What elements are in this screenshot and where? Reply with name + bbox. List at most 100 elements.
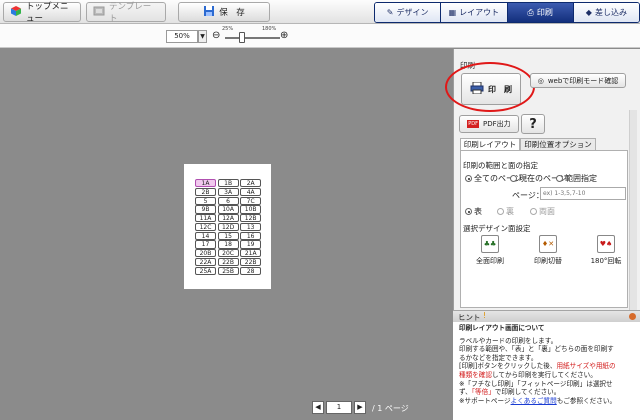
print-toggle-button[interactable]: ♦✕ 印刷切替 [528,235,568,266]
pdf-export-label: PDF出力 [483,120,511,128]
radio-all-pages-indicator [465,175,472,182]
radio-back[interactable]: 裏 [497,206,514,217]
radio-range-indicator [556,175,563,182]
label-cell[interactable]: 1A [195,179,216,188]
radio-range[interactable]: 範囲指定 [556,173,597,184]
zoom-out-icon[interactable]: ⊖ [212,30,220,42]
chevron-down-icon[interactable]: ▼ [198,30,207,43]
label-cell[interactable]: 12B [240,214,262,223]
prev-page-button[interactable]: ◀ [312,401,324,414]
label-cell[interactable]: 6 [217,196,239,205]
mode-tabs: ✎ デザイン ▦ レイアウト ⎙ 印刷 ◆ 差し込み [374,2,640,23]
label-cell[interactable]: 12D [217,222,239,232]
label-cell[interactable]: 17 [195,240,216,249]
label-cell[interactable]: 1B [217,179,239,188]
help-button[interactable]: ? [521,114,545,134]
top-menu-button[interactable]: トップメニュー [3,2,81,24]
collapse-icon[interactable] [629,313,636,320]
hint-line-7a: ず、 [459,388,472,397]
pdf-export-button[interactable]: PDF PDF出力 [459,115,519,133]
label-cell[interactable]: 14 [195,231,216,240]
hint-line-2: 印刷する範囲や、「表」と「裏」どちらの面を印刷す [459,345,614,354]
hint-line-7c: で印刷してください。 [494,388,561,397]
zoom-select[interactable]: 50% [166,30,198,43]
hint-line-7b: 「等倍」 [471,388,495,397]
radio-both[interactable]: 両面 [530,206,555,217]
zoom-bar [0,24,640,48]
zoom-slider-thumb[interactable] [238,32,245,43]
zoom-tick-right: 180% [262,26,277,32]
layout-icon: ▦ [448,8,457,17]
template-icon [93,5,105,20]
hint-line-6: ※「フチなし印刷」「フィットページ印刷」は選択せ [459,379,613,388]
radio-back-label: 裏 [506,207,514,216]
label-cell[interactable]: 16 [240,231,262,240]
faq-link[interactable]: よくあるご質問 [511,397,557,405]
rotate-180-button[interactable]: ♥♠ 180°回転 [586,235,626,266]
globe-icon: ◎ [537,76,544,85]
label-cell[interactable]: 10B [240,205,262,214]
label-cell[interactable]: 12C [195,222,216,232]
page-number-input[interactable]: 1 [326,401,352,414]
next-page-button[interactable]: ▶ [354,401,366,414]
label-cell[interactable]: 19 [240,240,262,249]
radio-back-indicator [497,208,504,215]
label-cell[interactable]: 13 [240,222,262,232]
label-cell[interactable]: 20B [195,249,216,258]
page-range-input[interactable] [540,187,626,200]
tab-layout-label: レイアウト [459,8,500,17]
pdf-icon: PDF [467,120,480,128]
print-toggle-label: 印刷切替 [534,257,562,265]
tab-merge[interactable]: ◆ 差し込み [573,3,639,22]
label-cell[interactable]: 4A [240,187,262,196]
save-icon [203,5,215,20]
label-cell[interactable]: 28 [240,266,262,275]
label-cell[interactable]: 20C [217,249,239,258]
label-cell[interactable]: 22B [240,258,262,267]
radio-front[interactable]: 表 [465,206,482,217]
cards-toggle-icon: ♦✕ [539,235,557,253]
label-cell[interactable]: 25B [217,266,239,275]
tab-print-label: 印刷 [536,8,553,17]
cube-icon [10,5,22,20]
label-cell[interactable]: 22B [217,258,239,267]
print-preview-page: 1A 1B 2A 2B 3A 4A 5 6 7C 9B 10A 10B 11A 12A 12B 12C 12D 1… [184,164,271,289]
hint-line-4: [印刷]ボタンをクリックした後、用紙サイズや用紙の [459,362,634,371]
label-cell[interactable]: 18 [217,240,239,249]
label-cell[interactable]: 25A [195,266,216,275]
panel-scrollbar[interactable] [629,110,637,310]
zoom-slider-track[interactable] [225,37,280,39]
radio-front-label: 表 [474,207,482,216]
hint-line-5: 種類を確認してから印刷を実行してください。 [459,371,634,380]
tab-layout[interactable]: ▦ レイアウト [441,3,508,22]
rotate-180-label: 180°回転 [590,257,622,265]
label-cell[interactable]: 10A [217,205,239,214]
label-cell[interactable]: 12A [217,214,239,223]
label-cell[interactable]: 2A [240,179,262,188]
hint-line-5b: してから印刷を実行してください。 [491,370,597,379]
top-menu-label: トップメニュー [26,2,69,24]
label-cell[interactable]: 11A [195,214,216,223]
label-cell[interactable]: 3A [217,187,239,196]
hint-line-5a: 種類を確認 [459,370,492,379]
web-print-check-button[interactable]: ◎ webで印刷モード確認 [530,73,626,88]
hearts-icon: ♥♠ [597,235,615,253]
tab-merge-label: 差し込み [594,8,627,17]
tab-design[interactable]: ✎ デザイン [375,3,442,22]
label-cell[interactable]: 15 [217,231,239,240]
template-button[interactable]: テンプレート [86,2,166,24]
highlight-circle [445,62,535,112]
hint-header: ヒント ! [453,310,640,322]
zoom-in-icon[interactable]: ⊕ [280,30,288,42]
full-print-button[interactable]: ♣♣ 全面印刷 [470,235,510,266]
label-cell[interactable]: 21A [240,249,262,258]
label-cell[interactable]: 22A [195,258,216,267]
save-button[interactable]: 保 存 [178,2,270,22]
label-cell[interactable]: 5 [195,196,216,205]
tab-print[interactable]: ⎙ 印刷 [507,3,574,22]
label-cell[interactable]: 2B [195,187,216,196]
label-cell[interactable]: 9B [195,205,216,214]
hint-line-8: ※サポートページよくあるご質問もご参照ください。 [459,397,634,406]
label-cell[interactable]: 7C [240,196,262,205]
save-label: 保 存 [219,8,245,18]
